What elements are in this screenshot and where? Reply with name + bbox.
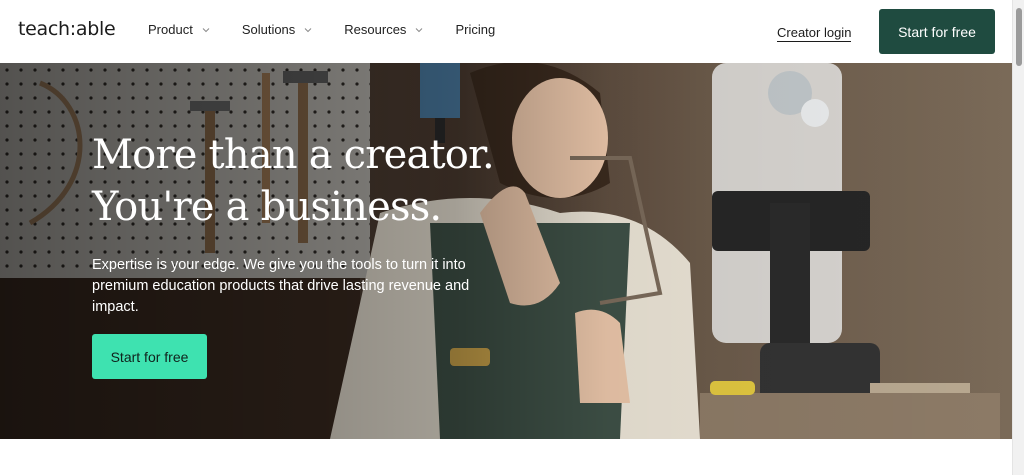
teachable-logo[interactable]: teach:able (18, 18, 116, 40)
creator-login-link[interactable]: Creator login (777, 25, 852, 42)
nav-pricing[interactable]: Pricing (455, 22, 495, 37)
main-nav: Product Solutions Resources Pricing (148, 22, 527, 37)
hero-headline-line2: You're a business. (92, 184, 442, 230)
chevron-down-icon (415, 26, 423, 34)
hero-start-for-free-button[interactable]: Start for free (92, 334, 207, 379)
nav-pricing-label: Pricing (455, 22, 496, 37)
nav-solutions-label: Solutions (241, 22, 296, 37)
start-for-free-button[interactable]: Start for free (879, 9, 995, 54)
nav-product-label: Product (148, 22, 193, 37)
hero-headline: More than a creator. You're a business. (92, 129, 532, 233)
hero-subtext: Expertise is your edge. We give you the … (92, 257, 470, 315)
hero-headline-line1: More than a creator. (92, 132, 495, 178)
page-scrollbar[interactable] (1012, 0, 1024, 475)
scrollbar-thumb[interactable] (1016, 8, 1022, 66)
chevron-down-icon (304, 26, 312, 34)
nav-product[interactable]: Product (148, 22, 210, 37)
chevron-down-icon (202, 26, 210, 34)
nav-resources[interactable]: Resources (344, 22, 423, 37)
site-header: teach:able Product Solutions Resources P… (0, 0, 1012, 63)
hero-section: More than a creator. You're a business. … (0, 63, 1012, 439)
nav-solutions[interactable]: Solutions (242, 22, 312, 37)
nav-resources-label: Resources (344, 22, 407, 37)
